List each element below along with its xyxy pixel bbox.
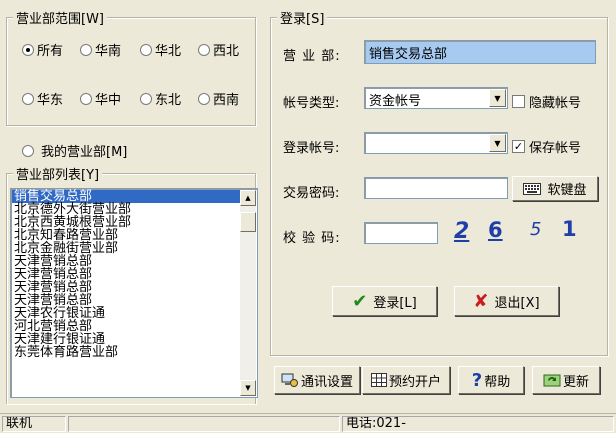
grid-icon: [370, 373, 387, 387]
captcha-image[interactable]: 2 6 5 1: [444, 216, 594, 246]
scope-group: 营业部范围[W]: [6, 8, 256, 126]
chevron-down-icon[interactable]: ▼: [489, 89, 506, 107]
branch-field[interactable]: 销售交易总部: [364, 40, 596, 64]
radio-dot: [198, 92, 210, 105]
branch-listbox[interactable]: 销售交易总部 北京德外大街营业部 北京西黄城根营业部 北京知春路营业部 北京金融…: [10, 188, 258, 398]
radio-dot: [140, 43, 152, 56]
password-label: 交易密码:: [283, 186, 340, 201]
radio-my-branch[interactable]: 我的营业部[M]: [22, 141, 127, 160]
update-icon: [543, 372, 561, 388]
help-button[interactable]: ? 帮助: [458, 366, 524, 394]
list-item[interactable]: 东莞体育路营业部: [12, 346, 240, 359]
network-settings-icon: [281, 372, 299, 388]
radio-region-southwest[interactable]: 西南: [198, 89, 239, 108]
radio-region-south[interactable]: 华南: [80, 40, 121, 59]
help-icon: ?: [471, 369, 483, 391]
radio-region-northeast[interactable]: 东北: [140, 89, 181, 108]
captcha-char: 2: [454, 219, 470, 244]
branch-label: 营 业 部:: [283, 49, 341, 64]
chevron-down-icon[interactable]: ▼: [489, 134, 506, 152]
captcha-field[interactable]: [364, 222, 438, 244]
exit-button[interactable]: ✘ 退出[X]: [454, 286, 559, 316]
captcha-label: 校 验 码:: [283, 231, 341, 246]
captcha-char: 1: [562, 217, 577, 241]
radio-dot: [80, 43, 92, 56]
scroll-thumb[interactable]: [240, 212, 256, 232]
account-type-label: 帐号类型:: [283, 96, 340, 111]
scroll-up-icon[interactable]: ▲: [240, 190, 256, 206]
update-button[interactable]: 更新: [532, 366, 600, 394]
radio-region-north[interactable]: 华北: [140, 40, 181, 59]
account-select[interactable]: ▼: [364, 132, 508, 154]
status-middle: [68, 416, 340, 432]
status-connection: 联机: [2, 416, 66, 432]
close-icon: ✘: [473, 290, 489, 312]
radio-dot: [198, 43, 210, 56]
comm-settings-button[interactable]: 通讯设置: [274, 366, 360, 394]
login-button[interactable]: ✔ 登录[L]: [332, 286, 437, 316]
save-account-checkbox[interactable]: ✓ 保存帐号: [512, 137, 581, 156]
account-label: 登录帐号:: [283, 141, 340, 156]
status-phone: 电话:021-: [342, 416, 614, 432]
hide-account-checkbox[interactable]: 隐藏帐号: [512, 92, 581, 111]
captcha-char: 5: [530, 219, 542, 240]
checkbox-box: [512, 95, 525, 108]
radio-dot: [22, 92, 34, 105]
radio-dot: [80, 92, 92, 105]
radio-region-central[interactable]: 华中: [80, 89, 121, 108]
login-legend: 登录[S]: [277, 8, 328, 27]
captcha-char: 6: [488, 218, 503, 242]
soft-keyboard-button[interactable]: 软键盘: [512, 176, 598, 201]
radio-region-east[interactable]: 华东: [22, 89, 63, 108]
status-bar: 联机 电话:021-: [0, 413, 616, 433]
scroll-down-icon[interactable]: ▼: [240, 380, 256, 396]
checkbox-box: ✓: [512, 140, 525, 153]
radio-dot: [22, 144, 34, 157]
branch-list-legend: 营业部列表[Y]: [13, 164, 103, 183]
keyboard-icon: [523, 182, 542, 195]
radio-region-northwest[interactable]: 西北: [198, 40, 239, 59]
radio-dot: [140, 92, 152, 105]
checkmark-icon: ✔: [352, 290, 368, 312]
scope-legend: 营业部范围[W]: [13, 8, 107, 27]
radio-dot: [22, 43, 34, 56]
branch-list-items: 销售交易总部 北京德外大街营业部 北京西黄城根营业部 北京知春路营业部 北京金融…: [12, 190, 240, 359]
password-field[interactable]: [364, 177, 508, 199]
branch-list-scrollbar[interactable]: ▲ ▼: [240, 190, 256, 396]
account-type-select[interactable]: 资金帐号 ▼: [364, 87, 508, 109]
radio-region-all[interactable]: 所有: [22, 40, 63, 59]
open-account-button[interactable]: 预约开户: [362, 366, 450, 394]
